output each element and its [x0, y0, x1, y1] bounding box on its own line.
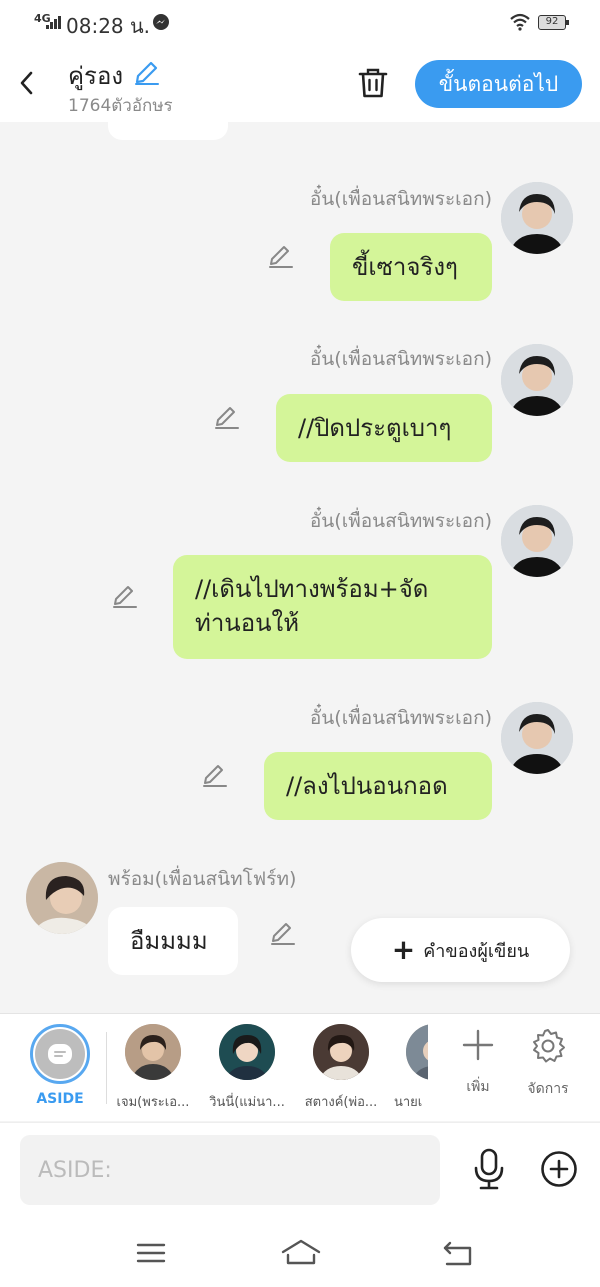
status-bar: 4G 08:28 น. 92	[0, 0, 600, 46]
message-bubble[interactable]: //เดินไปทางพร้อม+จัด ท่านอนให้	[173, 555, 492, 659]
pencil-icon[interactable]	[268, 919, 296, 947]
manage-label: จัดการ	[527, 1081, 569, 1097]
message-sender-name: อั๋น(เพื่อนสนิทพระเอก)	[309, 510, 492, 532]
avatar[interactable]	[501, 702, 573, 774]
character-label: วินนี่(แม่นา...	[209, 1095, 285, 1110]
avatar	[313, 1024, 369, 1080]
microphone-icon[interactable]	[470, 1147, 508, 1191]
message-bubble[interactable]: อืมมมม	[108, 907, 238, 975]
status-time: 08:28 น.	[66, 14, 151, 38]
signal-icon	[46, 16, 61, 29]
character-item[interactable]: เจม(พระเอ...	[108, 1024, 198, 1112]
aside-selector[interactable]	[30, 1024, 90, 1084]
character-item[interactable]: นายเ	[390, 1024, 428, 1112]
avatar[interactable]	[501, 505, 573, 577]
plus-circle-icon[interactable]	[540, 1150, 578, 1188]
message-input[interactable]	[20, 1135, 440, 1205]
avatar	[219, 1024, 275, 1080]
message-bubble[interactable]: //ปิดประตูเบาๆ	[276, 394, 492, 462]
avatar[interactable]	[501, 344, 573, 416]
pencil-icon[interactable]	[200, 761, 228, 789]
pencil-icon[interactable]	[212, 403, 240, 431]
wifi-icon	[510, 13, 530, 31]
avatar[interactable]	[501, 182, 573, 254]
character-item[interactable]: วินนี่(แม่นา...	[202, 1024, 292, 1112]
character-label: นายเ	[394, 1095, 423, 1110]
system-navigation-bar	[0, 1217, 600, 1287]
back-button[interactable]	[14, 66, 40, 100]
chat-header: คู่รอง 1764ตัวอักษร ขั้นตอนต่อไป	[0, 46, 600, 122]
message-bubble[interactable]: ขี้เซาจริงๆ	[330, 233, 492, 301]
add-label: เพิ่ม	[466, 1079, 490, 1095]
menu-icon[interactable]	[136, 1241, 166, 1265]
character-count: 1764ตัวอักษร	[68, 96, 173, 116]
trash-icon[interactable]	[356, 66, 390, 100]
pencil-icon[interactable]	[110, 582, 138, 610]
add-character-button[interactable]: เพิ่ม	[455, 1028, 501, 1098]
plus-icon: +	[391, 933, 416, 966]
message-sender-name: พร้อม(เพื่อนสนิทโฟร์ท)	[108, 868, 297, 890]
avatar	[125, 1024, 181, 1080]
character-label: สตางค์(พ่อ...	[304, 1095, 378, 1110]
partial-message-bubble[interactable]	[108, 122, 228, 140]
author-note-label: คำของผู้เขียน	[423, 940, 530, 962]
character-item[interactable]: สตางค์(พ่อ...	[296, 1024, 386, 1112]
divider	[106, 1032, 107, 1104]
character-label: เจม(พระเอ...	[116, 1095, 190, 1110]
next-step-button[interactable]: ขั้นตอนต่อไป	[415, 60, 582, 108]
aside-icon	[48, 1044, 72, 1064]
home-icon[interactable]	[280, 1237, 322, 1267]
avatar	[406, 1024, 428, 1080]
system-back-icon[interactable]	[442, 1239, 474, 1267]
messenger-icon	[153, 14, 169, 30]
gear-icon	[533, 1029, 565, 1063]
battery-indicator: 92	[538, 15, 569, 30]
message-sender-name: อั๋น(เพื่อนสนิทพระเอก)	[309, 707, 492, 729]
story-title: คู่รอง	[68, 62, 124, 90]
message-bubble[interactable]: //ลงไปนอนกอด	[264, 752, 492, 820]
avatar[interactable]	[26, 862, 98, 934]
character-selector-bar: ASIDE เจม(พระเอ... วินนี่(แม่นา... สตางค…	[0, 1013, 600, 1121]
composer	[0, 1122, 600, 1217]
pencil-icon[interactable]	[133, 58, 161, 86]
aside-label: ASIDE	[36, 1091, 84, 1107]
manage-characters-button[interactable]: จัดการ	[520, 1028, 576, 1100]
author-note-button[interactable]: + คำของผู้เขียน	[351, 918, 570, 982]
plus-icon	[462, 1029, 494, 1061]
message-sender-name: อั๋น(เพื่อนสนิทพระเอก)	[309, 188, 492, 210]
pencil-icon[interactable]	[266, 242, 294, 270]
message-sender-name: อั๋น(เพื่อนสนิทพระเอก)	[309, 348, 492, 370]
chat-area[interactable]: อั๋น(เพื่อนสนิทพระเอก) ขี้เซาจริงๆ อั๋น(…	[0, 122, 600, 1013]
